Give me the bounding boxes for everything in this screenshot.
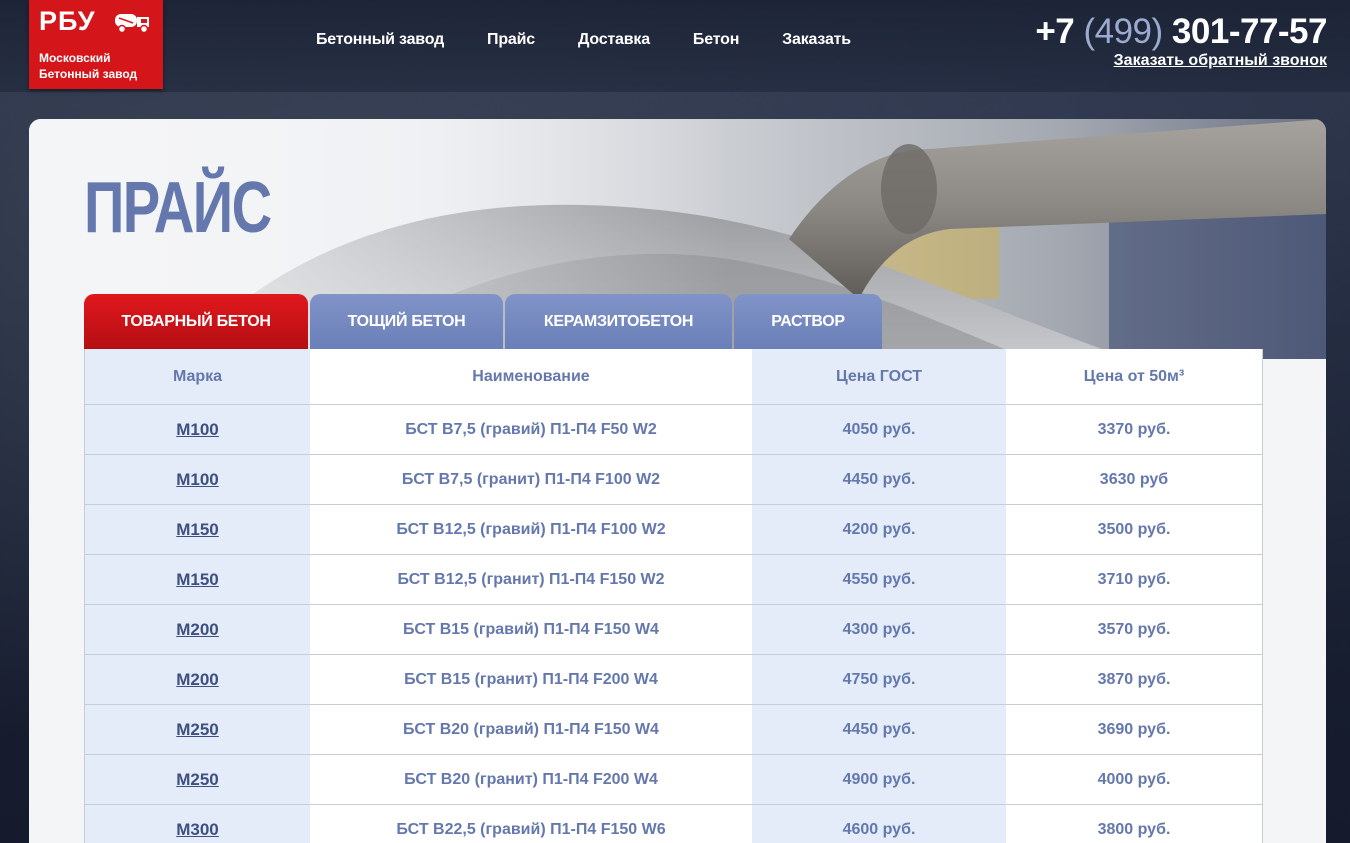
cell-price-gost: 4450 руб. [752, 704, 1006, 755]
cell-name: БСТ В15 (гравий) П1-П4 F150 W4 [310, 604, 752, 655]
cell-name: БСТ В20 (гравий) П1-П4 F150 W4 [310, 704, 752, 755]
table-row: М150 БСТ В12,5 (гравий) П1-П4 F100 W2 42… [84, 504, 1263, 555]
grade-link[interactable]: М250 [176, 770, 219, 789]
logo-subtitle-line1: Московский [39, 51, 111, 65]
price-card: ПРАЙС Товарный бетон Тощий бетон Керамзи… [29, 119, 1326, 843]
cell-grade: М100 [84, 404, 310, 455]
phone-code: (499) [1083, 12, 1163, 51]
table-row: М150 БСТ В12,5 (гранит) П1-П4 F150 W2 45… [84, 554, 1263, 605]
tab-lean-concrete[interactable]: Тощий бетон [310, 294, 503, 350]
site-header: РБУ Московский Бетонный завод Бетонный з… [0, 0, 1350, 92]
cell-price-50m3: 3800 руб. [1006, 804, 1263, 843]
cell-price-gost: 4900 руб. [752, 754, 1006, 805]
tab-commodity-concrete[interactable]: Товарный бетон [84, 294, 308, 350]
phone-prefix: +7 [1035, 12, 1075, 51]
table-row: М300 БСТ В22,5 (гравий) П1-П4 F150 W6 46… [84, 804, 1263, 843]
cell-price-50m3: 3710 руб. [1006, 554, 1263, 605]
header-price-gost: Цена ГОСТ [752, 349, 1006, 405]
cell-grade: М300 [84, 804, 310, 843]
table-row: М100 БСТ В7,5 (гранит) П1-П4 F100 W2 445… [84, 454, 1263, 505]
grade-link[interactable]: М150 [176, 570, 219, 589]
header-grade: Марка [84, 349, 310, 405]
concrete-mixer-truck-icon [115, 14, 149, 34]
cell-name: БСТ В7,5 (гравий) П1-П4 F50 W2 [310, 404, 752, 455]
table-row: М200 БСТ В15 (гравий) П1-П4 F150 W4 4300… [84, 604, 1263, 655]
cell-name: БСТ В15 (гранит) П1-П4 F200 W4 [310, 654, 752, 705]
page-title: ПРАЙС [84, 168, 272, 248]
cell-name: БСТ В12,5 (гравий) П1-П4 F100 W2 [310, 504, 752, 555]
header-name: Наименование [310, 349, 752, 405]
grade-link[interactable]: М200 [176, 670, 219, 689]
table-row: М250 БСТ В20 (гранит) П1-П4 F200 W4 4900… [84, 754, 1263, 805]
table-header-row: Марка Наименование Цена ГОСТ Цена от 50м… [84, 349, 1263, 405]
cell-price-gost: 4550 руб. [752, 554, 1006, 605]
cell-grade: М100 [84, 454, 310, 505]
cell-price-50m3: 3500 руб. [1006, 504, 1263, 555]
cell-price-gost: 4200 руб. [752, 504, 1006, 555]
logo-subtitle: Московский Бетонный завод [39, 50, 159, 82]
phone-main: 301-77-57 [1171, 12, 1328, 51]
cell-name: БСТ В20 (гранит) П1-П4 F200 W4 [310, 754, 752, 805]
phone-number[interactable]: +7 (499) 301-77-57 [1035, 12, 1327, 52]
grade-link[interactable]: М250 [176, 720, 219, 739]
table-row: М100 БСТ В7,5 (гравий) П1-П4 F50 W2 4050… [84, 404, 1263, 455]
cell-price-gost: 4300 руб. [752, 604, 1006, 655]
nav-concrete[interactable]: Бетон [693, 31, 739, 49]
cell-grade: М150 [84, 504, 310, 555]
cell-price-gost: 4450 руб. [752, 454, 1006, 505]
table-row: М250 БСТ В20 (гравий) П1-П4 F150 W4 4450… [84, 704, 1263, 755]
cell-name: БСТ В7,5 (гранит) П1-П4 F100 W2 [310, 454, 752, 505]
table-row: М200 БСТ В15 (гранит) П1-П4 F200 W4 4750… [84, 654, 1263, 705]
nav-price[interactable]: Прайс [487, 31, 535, 49]
nav-concrete-plant[interactable]: Бетонный завод [316, 31, 444, 49]
cell-price-50m3: 3630 руб [1006, 454, 1263, 505]
cell-name: БСТ В12,5 (гранит) П1-П4 F150 W2 [310, 554, 752, 605]
grade-link[interactable]: М200 [176, 620, 219, 639]
cell-price-50m3: 3570 руб. [1006, 604, 1263, 655]
main-nav: Бетонный завод Прайс Доставка Бетон Зака… [316, 31, 894, 49]
cell-grade: М200 [84, 604, 310, 655]
cell-price-50m3: 4000 руб. [1006, 754, 1263, 805]
cell-name: БСТ В22,5 (гравий) П1-П4 F150 W6 [310, 804, 752, 843]
cell-grade: М150 [84, 554, 310, 605]
tab-expanded-clay-concrete[interactable]: Керамзитобетон [505, 294, 732, 350]
nav-order[interactable]: Заказать [782, 31, 851, 49]
header-price-50m3: Цена от 50м³ [1006, 349, 1263, 405]
cell-price-50m3: 3870 руб. [1006, 654, 1263, 705]
grade-link[interactable]: М100 [176, 470, 219, 489]
cell-grade: М250 [84, 704, 310, 755]
cell-price-50m3: 3370 руб. [1006, 404, 1263, 455]
logo-subtitle-line2: Бетонный завод [39, 67, 138, 81]
tab-mortar[interactable]: Раствор [734, 294, 882, 350]
grade-link[interactable]: М150 [176, 520, 219, 539]
nav-delivery[interactable]: Доставка [578, 31, 650, 49]
cell-price-gost: 4750 руб. [752, 654, 1006, 705]
callback-link[interactable]: Заказать обратный звонок [1114, 52, 1327, 70]
price-table: Марка Наименование Цена ГОСТ Цена от 50м… [84, 349, 1263, 843]
grade-link[interactable]: М300 [176, 820, 219, 839]
logo-abbr: РБУ [39, 6, 96, 36]
logo[interactable]: РБУ Московский Бетонный завод [29, 0, 163, 89]
cell-price-gost: 4050 руб. [752, 404, 1006, 455]
cell-grade: М250 [84, 754, 310, 805]
cell-price-gost: 4600 руб. [752, 804, 1006, 843]
cell-price-50m3: 3690 руб. [1006, 704, 1263, 755]
cell-grade: М200 [84, 654, 310, 705]
grade-link[interactable]: М100 [176, 420, 219, 439]
